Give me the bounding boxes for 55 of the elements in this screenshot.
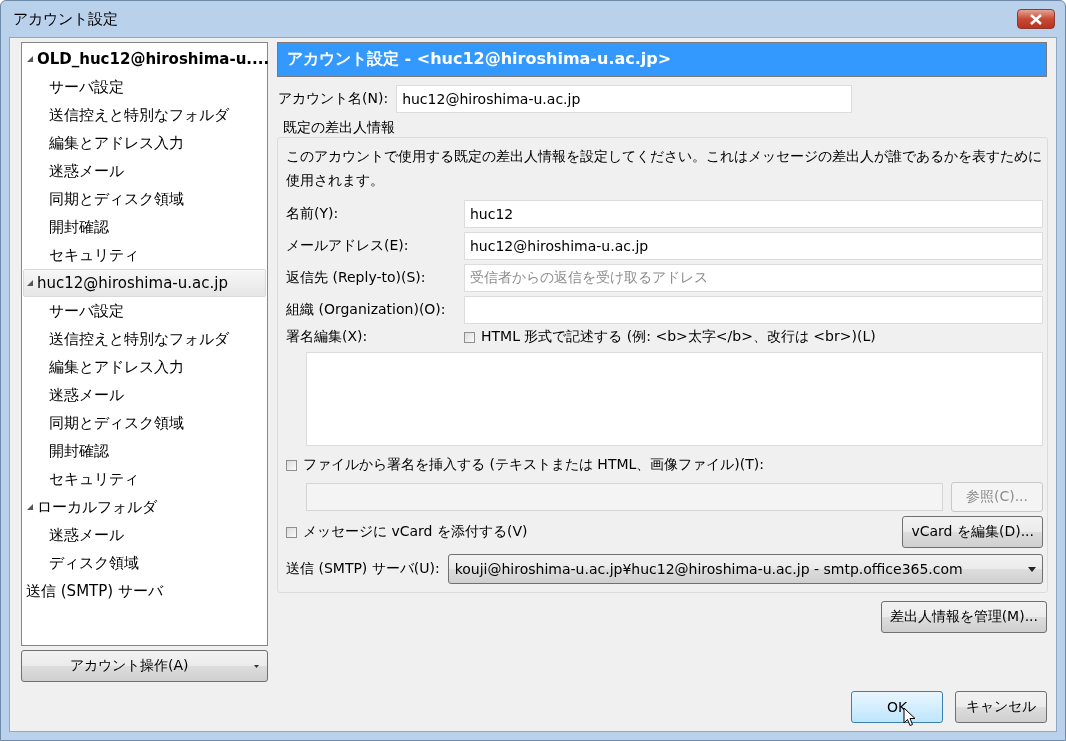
input-field[interactable]: [464, 296, 1043, 324]
tree-item[interactable]: 迷惑メール: [23, 381, 266, 409]
input-field[interactable]: huc12@hiroshima-u.ac.jp: [396, 85, 853, 113]
field-label: アカウント名(N):: [278, 90, 389, 108]
tree-item[interactable]: 送信控えと特別なフォルダ: [23, 101, 266, 129]
dropdown-arrow-icon: [254, 664, 259, 668]
field-label: 返信先 (Reply-to)(S):: [286, 269, 427, 287]
field-label: メールアドレス(E):: [286, 237, 410, 255]
field-label: 名前(Y):: [286, 205, 340, 223]
window-title: アカウント設定: [13, 9, 118, 29]
tree-item[interactable]: サーバ設定: [23, 73, 266, 101]
smtp-server-dropdown[interactable]: kouji@hiroshima-u.ac.jp¥huc12@hiroshima-u.ac.jp - smtp.office365.com: [447, 554, 1043, 584]
expanded-triangle-icon[interactable]: [26, 55, 34, 63]
panel-header: アカウント設定 - <huc12@hiroshima-u.ac.jp>: [277, 42, 1047, 77]
field-label: 署名編集(X):: [286, 328, 369, 346]
description-text: このアカウントで使用する既定の差出人情報を設定してください。これはメッセージの差出人が誰であるかを表すために使用されます。: [286, 147, 1043, 190]
account-tree-item[interactable]: OLD_huc12@hiroshima-u....: [23, 45, 266, 73]
tree-item[interactable]: セキュリティ: [23, 241, 266, 269]
group-legend: 既定の差出人情報: [283, 119, 1048, 137]
tree-item[interactable]: 同期とディスク領域: [23, 409, 266, 437]
field-label: 組織 (Organization)(O):: [286, 301, 447, 319]
tree-item[interactable]: 開封確認: [23, 213, 266, 241]
checkbox[interactable]: [286, 526, 297, 538]
dialog-button[interactable]: キャンセル: [955, 691, 1047, 723]
account-tree-item[interactable]: 送信 (SMTP) サーバ: [23, 577, 266, 605]
tree-item[interactable]: サーバ設定: [23, 297, 266, 325]
tree-item[interactable]: 迷惑メール: [23, 521, 266, 549]
expanded-triangle-icon[interactable]: [26, 503, 34, 511]
field-label: 送信 (SMTP) サーバ(U):: [286, 560, 440, 578]
edit-vcard-button[interactable]: vCard を編集(D)...: [902, 516, 1043, 548]
input-field[interactable]: 受信者からの返信を受け取るアドレス: [464, 264, 1043, 292]
checkbox[interactable]: [464, 331, 475, 343]
tree-item[interactable]: 送信控えと特別なフォルダ: [23, 325, 266, 353]
input-field[interactable]: huc12@hiroshima-u.ac.jp: [464, 232, 1043, 260]
checkbox-label: HTML 形式で記述する (例: <b>太字</b>、改行は <br>)(L): [481, 328, 876, 346]
account-tree-item[interactable]: ローカルフォルダ: [23, 493, 266, 521]
file-path-field[interactable]: [306, 483, 943, 511]
expanded-triangle-icon[interactable]: [26, 279, 34, 287]
checkbox[interactable]: [286, 459, 297, 471]
tree-item[interactable]: セキュリティ: [23, 465, 266, 493]
tree-item[interactable]: 同期とディスク領域: [23, 185, 266, 213]
close-icon: [1030, 13, 1042, 25]
tree-item[interactable]: 迷惑メール: [23, 157, 266, 185]
tree-item[interactable]: 開封確認: [23, 437, 266, 465]
checkbox-label: メッセージに vCard を添付する(V): [303, 523, 528, 541]
account-actions-button[interactable]: アカウント操作(A): [21, 650, 268, 682]
tree-item[interactable]: 編集とアドレス入力: [23, 353, 266, 381]
input-field[interactable]: huc12: [464, 200, 1043, 228]
close-button[interactable]: [1017, 9, 1055, 29]
account-tree-item[interactable]: huc12@hiroshima-u.ac.jp: [23, 269, 266, 297]
tree-item[interactable]: ディスク領域: [23, 549, 266, 577]
tree-item[interactable]: 編集とアドレス入力: [23, 129, 266, 157]
checkbox-label: ファイルから署名を挿入する (テキストまたは HTML、画像ファイル)(T):: [303, 456, 764, 474]
manage-identities-button[interactable]: 差出人情報を管理(M)...: [880, 601, 1047, 633]
dropdown-arrow-icon: [1028, 566, 1036, 572]
